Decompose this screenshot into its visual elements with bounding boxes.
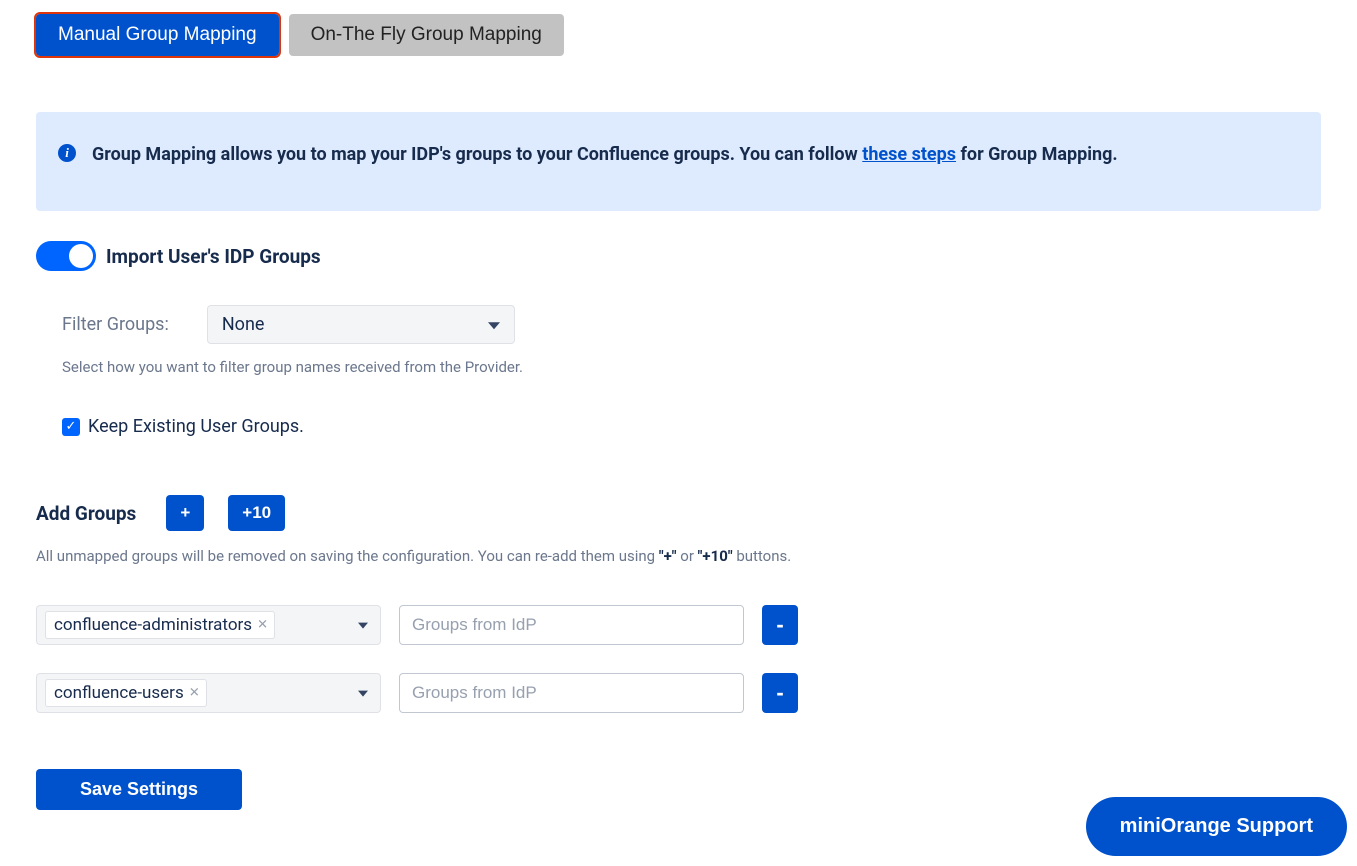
tabs-container: Manual Group Mapping On-The Fly Group Ma… [36,14,1321,56]
toggle-knob [69,244,93,268]
tab-on-the-fly-group-mapping[interactable]: On-The Fly Group Mapping [289,14,564,56]
unmapped-text-after: buttons. [733,547,792,565]
info-icon: i [58,144,76,162]
remove-row-button[interactable]: - [762,673,798,713]
group-tag: confluence-administrators ✕ [45,611,275,639]
add-ten-groups-button[interactable]: +10 [228,495,285,531]
filter-block: Filter Groups: None Select how you want … [36,305,1321,437]
tab-manual-group-mapping[interactable]: Manual Group Mapping [36,14,279,56]
keep-existing-label: Keep Existing User Groups. [88,416,304,437]
group-tag: confluence-users ✕ [45,679,207,707]
info-text-after: for Group Mapping. [956,144,1118,165]
info-banner: i Group Mapping allows you to map your I… [36,112,1321,211]
group-tag-label: confluence-administrators [54,615,252,635]
unmapped-help-text: All unmapped groups will be removed on s… [36,547,1321,565]
remove-tag-icon[interactable]: ✕ [189,686,200,701]
group-tag-label: confluence-users [54,683,184,703]
info-text-before: Group Mapping allows you to map your IDP… [92,144,862,165]
unmapped-text-or: or [677,547,698,565]
idp-groups-input[interactable] [399,673,744,713]
filter-groups-label: Filter Groups: [62,314,169,335]
idp-groups-input[interactable] [399,605,744,645]
filter-row: Filter Groups: None [62,305,1321,344]
confluence-group-select[interactable]: confluence-administrators ✕ [36,605,381,645]
remove-tag-icon[interactable]: ✕ [257,618,268,633]
these-steps-link[interactable]: these steps [862,144,956,165]
import-idp-groups-row: Import User's IDP Groups [36,241,1321,271]
unmapped-text-before: All unmapped groups will be removed on s… [36,547,659,565]
unmapped-text-plus: "+" [659,547,677,565]
import-idp-groups-label: Import User's IDP Groups [106,245,321,268]
add-groups-label: Add Groups [36,502,136,525]
info-text: Group Mapping allows you to map your IDP… [92,142,1118,167]
filter-groups-select[interactable]: None [207,305,515,344]
keep-existing-checkbox[interactable]: ✓ [62,418,80,436]
miniorange-support-button[interactable]: miniOrange Support [1086,797,1347,856]
add-groups-row: Add Groups + +10 [36,495,1321,531]
group-mapping-row: confluence-users ✕ - [36,673,1321,713]
add-one-group-button[interactable]: + [166,495,204,531]
unmapped-text-plus10: "+10" [698,547,733,565]
remove-row-button[interactable]: - [762,605,798,645]
filter-help-text: Select how you want to filter group name… [62,358,1321,376]
import-idp-groups-toggle[interactable] [36,241,96,271]
keep-existing-row: ✓ Keep Existing User Groups. [62,416,1321,437]
group-mapping-row: confluence-administrators ✕ - [36,605,1321,645]
save-settings-button[interactable]: Save Settings [36,769,242,810]
confluence-group-select[interactable]: confluence-users ✕ [36,673,381,713]
